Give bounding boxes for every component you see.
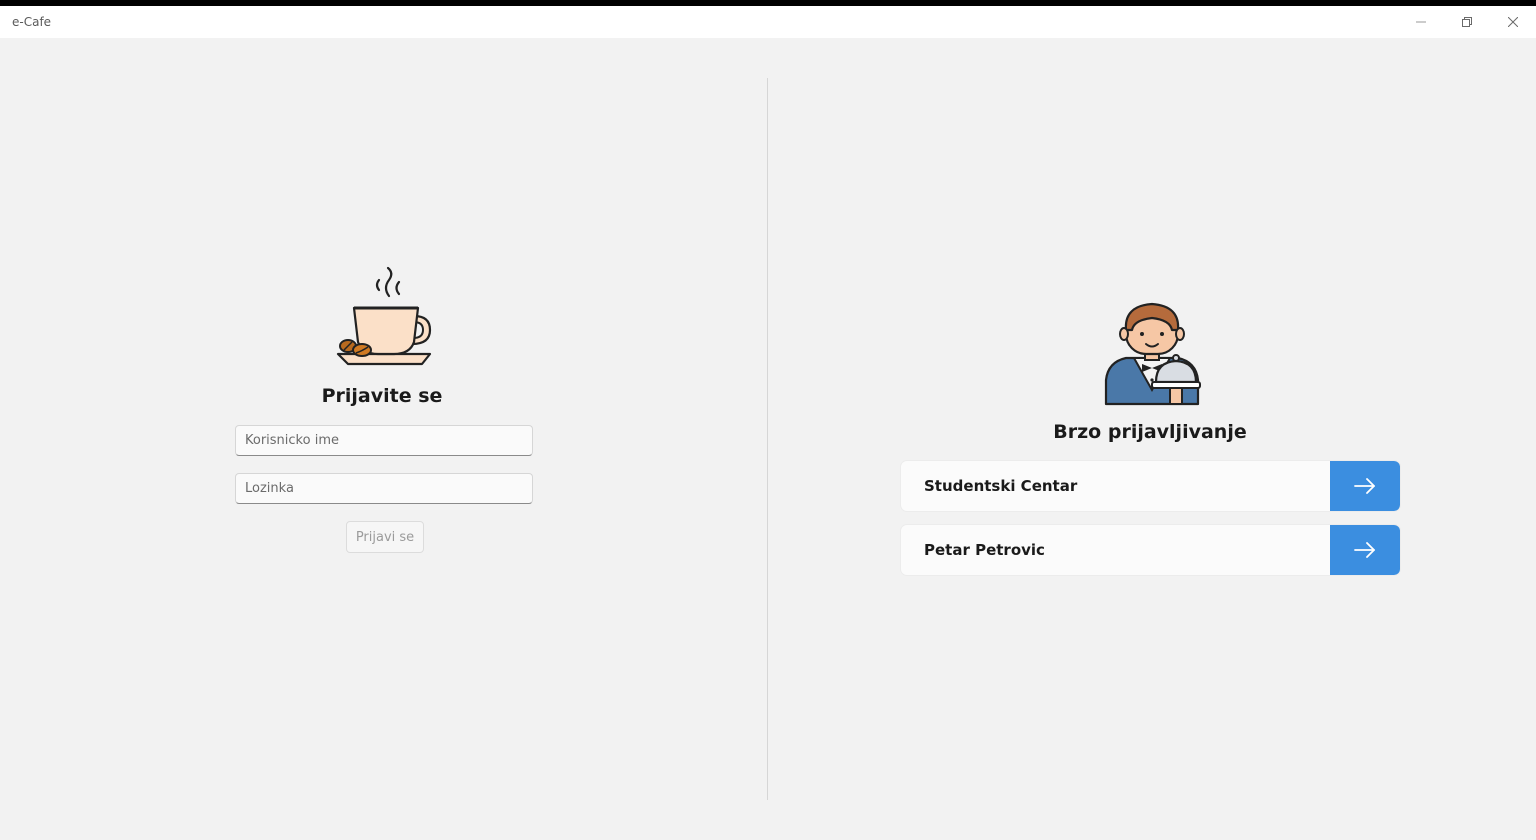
quick-login-title: Brzo prijavljivanje bbox=[1053, 421, 1247, 443]
restore-icon bbox=[1462, 17, 1472, 27]
waiter-icon bbox=[1104, 302, 1201, 406]
title-bar: e-Cafe bbox=[0, 6, 1536, 38]
login-title: Prijavite se bbox=[321, 385, 443, 407]
app-title: e-Cafe bbox=[12, 15, 52, 29]
close-button[interactable] bbox=[1490, 6, 1536, 38]
minimize-icon bbox=[1416, 21, 1426, 23]
username-field[interactable] bbox=[235, 425, 533, 456]
quick-login-user-name: Studentski Centar bbox=[924, 477, 1078, 495]
panel-divider bbox=[767, 78, 768, 800]
arrow-right-icon bbox=[1354, 478, 1375, 494]
minimize-button[interactable] bbox=[1398, 6, 1444, 38]
restore-button[interactable] bbox=[1444, 6, 1490, 38]
quick-login-user-name: Petar Petrovic bbox=[924, 541, 1045, 559]
quick-login-item[interactable]: Studentski Centar bbox=[901, 461, 1400, 511]
quick-login-item[interactable]: Petar Petrovic bbox=[901, 525, 1400, 575]
password-field[interactable] bbox=[235, 473, 533, 504]
quick-login-go-button[interactable] bbox=[1330, 461, 1400, 511]
quick-login-go-button[interactable] bbox=[1330, 525, 1400, 575]
close-icon bbox=[1508, 17, 1518, 27]
login-button[interactable]: Prijavi se bbox=[346, 521, 424, 553]
arrow-right-icon bbox=[1354, 542, 1375, 558]
coffee-cup-icon bbox=[336, 266, 432, 366]
